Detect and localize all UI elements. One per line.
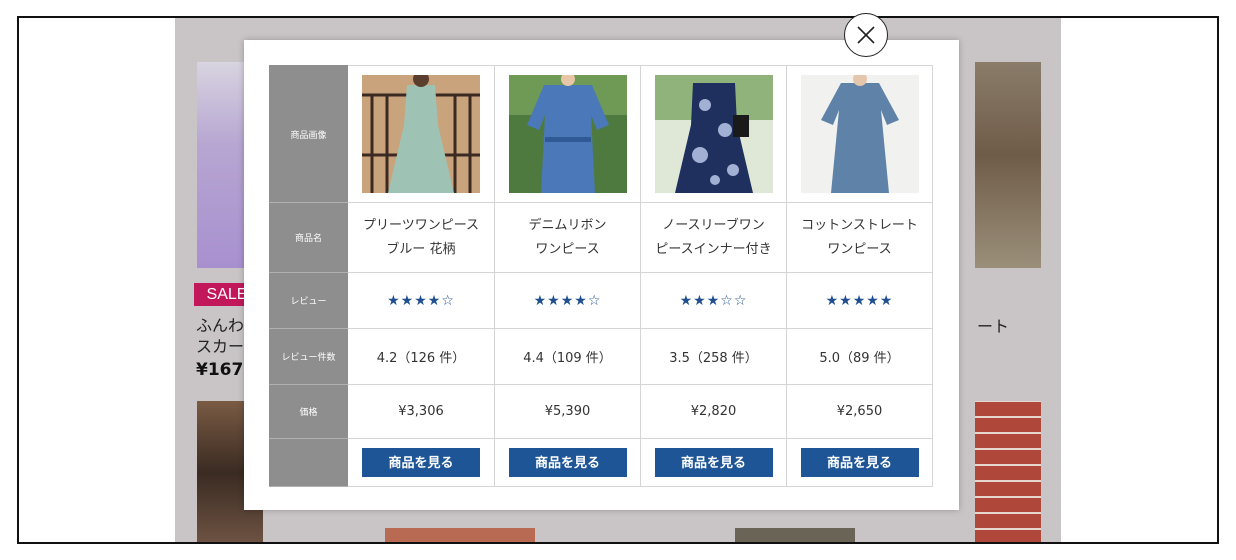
row-header-review: レビュー [269,272,348,329]
row-price: 価格 ¥3,306 ¥5,390 ¥2,820 ¥2,650 [269,384,933,439]
background-product-image[interactable] [385,528,535,542]
product-name-line: ブルー 花柄 [386,241,456,257]
row-product-image: 商品画像 [269,65,933,203]
product-comparison-modal: 商品画像 商品名 プリーツワンピース ブルー 花柄 デニムリボン ワンピース ノ… [244,40,959,510]
view-product-button[interactable]: 商品を見る [654,448,773,477]
product-image-cell [347,65,495,203]
star-rating: ★★★★☆ [494,272,641,329]
product-name-line: デニムリボン [528,217,607,233]
review-count: 4.2（126 件） [347,328,495,385]
background-product-image[interactable] [735,528,855,542]
row-header-image: 商品画像 [269,65,348,203]
review-count: 3.5（258 件） [640,328,787,385]
product-image-cotton-dress[interactable] [800,75,919,193]
product-price: ¥3,306 [347,384,495,439]
product-image-denim-dress[interactable] [508,75,627,193]
action-cell: 商品を見る [786,438,933,487]
close-icon [857,26,875,44]
view-product-button[interactable]: 商品を見る [508,448,627,477]
view-product-button[interactable]: 商品を見る [800,448,919,477]
product-image-cell [786,65,933,203]
product-name: コットンストレート ワンピース [786,202,933,273]
review-count: 4.4（109 件） [494,328,641,385]
action-cell: 商品を見る [347,438,495,487]
row-header-review-count: レビュー件数 [269,328,348,385]
action-cell: 商品を見る [494,438,641,487]
close-button[interactable] [844,13,888,57]
product-name-line: ワンピース [827,241,892,257]
row-header-price: 価格 [269,384,348,439]
product-name-line: ピースインナー付き [655,241,772,257]
row-review: レビュー ★★★★☆ ★★★★☆ ★★★☆☆ ★★★★★ [269,272,933,329]
star-rating: ★★★★★ [786,272,933,329]
review-count: 5.0（89 件） [786,328,933,385]
row-product-name: 商品名 プリーツワンピース ブルー 花柄 デニムリボン ワンピース ノースリーブ… [269,202,933,273]
product-price: ¥2,820 [640,384,787,439]
product-name: プリーツワンピース ブルー 花柄 [347,202,495,273]
row-header-actions [269,438,348,487]
background-product-image[interactable] [975,401,1041,542]
view-product-button[interactable]: 商品を見る [362,448,480,477]
star-rating: ★★★★☆ [347,272,495,329]
row-review-count: レビュー件数 4.2（126 件） 4.4（109 件） 3.5（258 件） … [269,328,933,385]
star-rating: ★★★☆☆ [640,272,787,329]
product-image-cell [494,65,641,203]
product-image-cell [640,65,787,203]
product-name-line: プリーツワンピース [362,217,480,233]
product-name-line: コットンストレート [801,217,918,233]
background-item-name[interactable]: ート [977,316,1009,337]
row-header-name: 商品名 [269,202,348,273]
comparison-table: 商品画像 商品名 プリーツワンピース ブルー 花柄 デニムリボン ワンピース ノ… [269,65,933,487]
product-name: デニムリボン ワンピース [494,202,641,273]
row-actions: 商品を見る 商品を見る 商品を見る 商品を見る [269,438,933,487]
product-name: ノースリーブワン ピースインナー付き [640,202,787,273]
product-image-sleeveless-dress[interactable] [654,75,773,193]
background-product-image[interactable] [975,62,1041,268]
product-image-pleated-dress[interactable] [362,75,480,193]
product-price: ¥2,650 [786,384,933,439]
action-cell: 商品を見る [640,438,787,487]
product-name-line: ノースリーブワン [662,217,765,233]
product-price: ¥5,390 [494,384,641,439]
product-name-line: ワンピース [535,241,600,257]
